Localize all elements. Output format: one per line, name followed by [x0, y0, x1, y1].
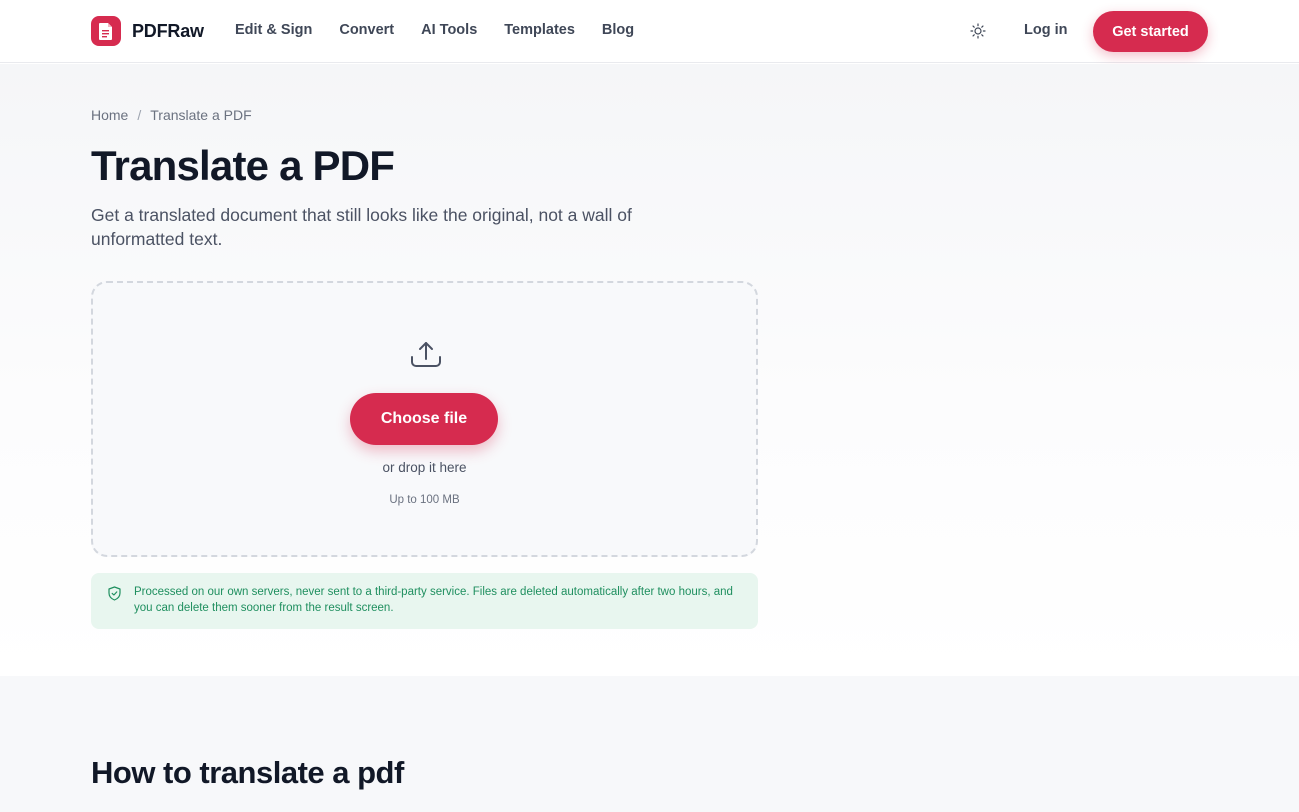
- page-title: Translate a PDF: [91, 142, 395, 189]
- nav-item-blog[interactable]: Blog: [602, 22, 634, 38]
- brand-logo[interactable]: PDFRaw: [91, 16, 204, 46]
- nav-item-convert[interactable]: Convert: [339, 22, 394, 38]
- breadcrumb-home[interactable]: Home: [91, 107, 128, 123]
- privacy-notice: Processed on our own servers, never sent…: [91, 573, 758, 629]
- drop-hint: or drop it here: [382, 460, 467, 475]
- privacy-notice-text: Processed on our own servers, never sent…: [134, 586, 733, 614]
- breadcrumb: Home / Translate a PDF: [91, 107, 252, 123]
- hero-section: Home / Translate a PDF Translate a PDF G…: [0, 64, 1299, 676]
- upload-icon: [411, 342, 441, 367]
- breadcrumb-separator: /: [137, 107, 142, 123]
- file-size-limit: Up to 100 MB: [389, 494, 460, 506]
- nav-item-templates[interactable]: Templates: [504, 22, 575, 38]
- page-subtitle: Get a translated document that still loo…: [91, 205, 632, 249]
- theme-toggle-button[interactable]: [966, 19, 990, 43]
- shield-check-icon: [108, 586, 121, 601]
- nav-item-edit-sign[interactable]: Edit & Sign: [235, 22, 312, 38]
- pdf-file-icon: [91, 16, 121, 46]
- brand-name: PDFRaw: [132, 20, 204, 41]
- main-nav: Edit & Sign Convert AI Tools Templates B…: [235, 22, 661, 38]
- nav-item-ai-tools[interactable]: AI Tools: [421, 22, 477, 38]
- login-link[interactable]: Log in: [1024, 22, 1068, 38]
- sun-icon: [970, 23, 986, 39]
- breadcrumb-current: Translate a PDF: [150, 107, 252, 123]
- get-started-button[interactable]: Get started: [1093, 11, 1208, 52]
- site-header: PDFRaw Edit & Sign Convert AI Tools Temp…: [0, 0, 1299, 63]
- how-to-title: How to translate a pdf: [91, 755, 404, 790]
- file-dropzone[interactable]: Choose file or drop it here Up to 100 MB: [91, 281, 758, 557]
- choose-file-button[interactable]: Choose file: [350, 393, 498, 445]
- how-to-section: How to translate a pdf: [0, 676, 1299, 812]
